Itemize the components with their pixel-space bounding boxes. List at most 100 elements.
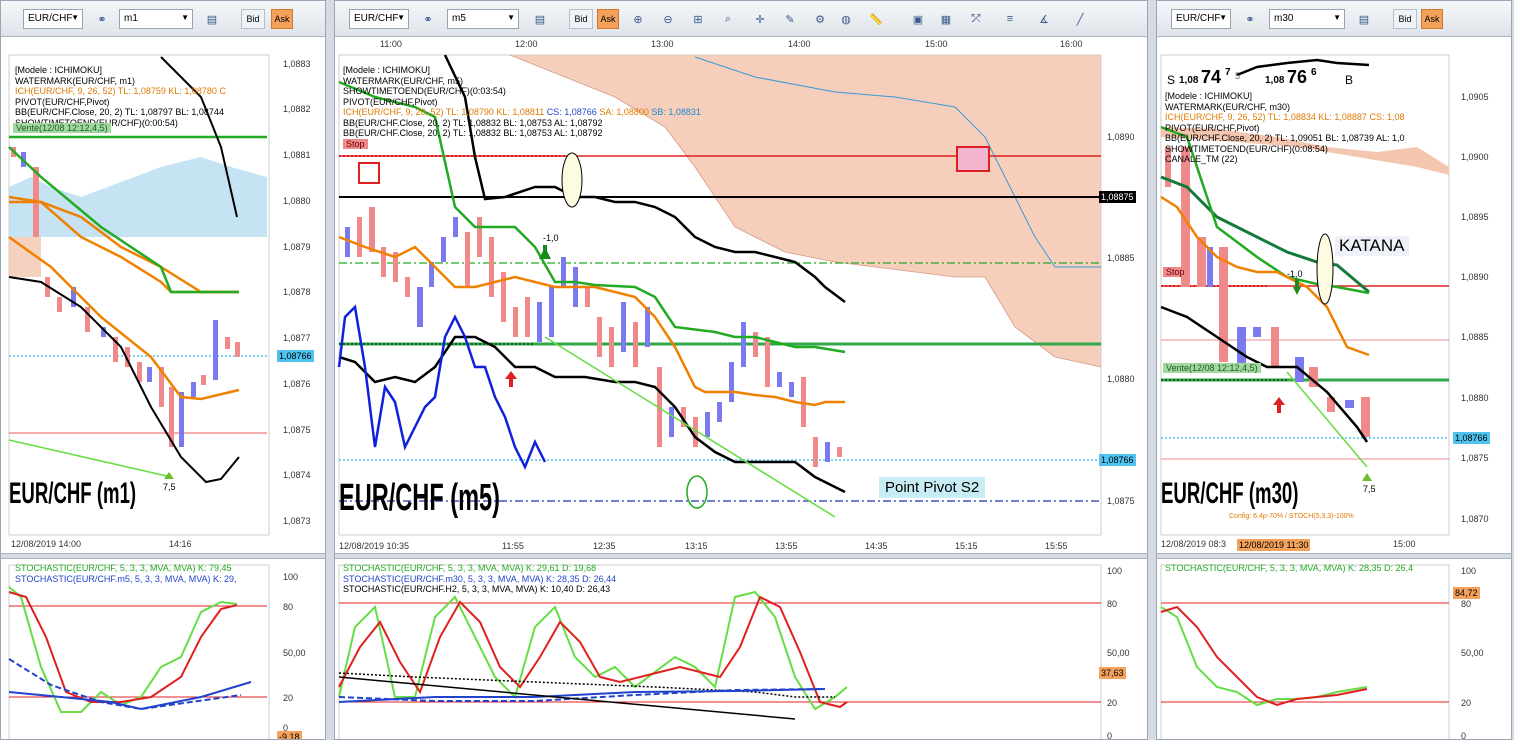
x-tick: 14:35 xyxy=(865,541,888,551)
zoom-fit-icon[interactable]: ⊞ xyxy=(687,9,709,29)
pivot-s2-label: Point Pivot S2 xyxy=(879,477,986,498)
legend-line: WATERMARK(EUR/CHF, m30) xyxy=(1165,101,1291,112)
magnify-icon[interactable]: ⌕ xyxy=(717,9,739,29)
ruler-icon[interactable]: 📏 xyxy=(865,9,887,29)
stoch-value-tag: 37,63 xyxy=(1099,667,1126,679)
trendline-icon[interactable]: ╱ xyxy=(1069,9,1091,29)
left-timeframe-value: m1 xyxy=(124,13,138,24)
lines-icon[interactable]: ≡ xyxy=(999,9,1021,29)
legend-line: STOCHASTIC(EUR/CHF.H2, 5, 3, 3, MVA, MVA… xyxy=(343,584,611,594)
top-time-tick: 11:00 xyxy=(380,39,402,49)
stoch-tick: 20 xyxy=(283,693,293,703)
stoch-value-tag: 84,72 xyxy=(1453,587,1480,599)
right-symbol-select[interactable]: EUR/CHF ▼ xyxy=(1171,9,1231,29)
pane-divider[interactable] xyxy=(335,553,1147,559)
chevron-down-icon: ▼ xyxy=(71,13,79,22)
middle-symbol-select[interactable]: EUR/CHF ▼ xyxy=(349,9,409,29)
left-toolbar: EUR/CHF ▼ ⚭ m1 ▼ ▤ Bid Ask xyxy=(1,1,325,37)
quote-widget[interactable]: S 1,08 74 7 5 1,08 76 6 B xyxy=(1165,67,1355,93)
edit-icon[interactable]: ✎ xyxy=(779,9,801,29)
bid-button[interactable]: Bid xyxy=(241,9,265,29)
legend-line: STOCHASTIC(EUR/CHF.m5, 5, 3, 3, MVA, MVA… xyxy=(15,573,237,584)
stoch-tick: 20 xyxy=(1461,698,1471,708)
y-tick: 1,0874 xyxy=(283,470,311,480)
y-tick: 1,0881 xyxy=(283,150,311,160)
left-chart-canvas[interactable]: 1,0883 1,0882 1,0881 1,0880 1,0879 1,087… xyxy=(1,37,326,740)
x-tick: 15:00 xyxy=(1393,539,1416,549)
y-tick: 1,0870 xyxy=(1461,514,1489,524)
y-tick: 1,0885 xyxy=(1107,253,1135,263)
legend-line: PIVOT(EUR/CHF,Pivot) xyxy=(1165,122,1260,133)
x-tick: 12/08/2019 14:00 xyxy=(11,539,81,549)
legend-line: STOCHASTIC(EUR/CHF, 5, 3, 3, MVA, MVA) K… xyxy=(1165,563,1414,573)
bid-button[interactable]: Bid xyxy=(1393,9,1417,29)
sell-quote-prefix: S xyxy=(1167,73,1176,87)
link-icon[interactable]: ⚭ xyxy=(1239,9,1261,29)
stoch-tick: 50,00 xyxy=(1107,648,1130,658)
chart-watermark: EUR/CHF (m1) xyxy=(9,477,137,510)
x-tick: 13:55 xyxy=(775,541,798,551)
arrow-value-label: 7,5 xyxy=(1363,484,1376,494)
pane-divider[interactable] xyxy=(1157,553,1511,559)
y-tick: 1,0882 xyxy=(283,104,311,114)
sell-quote-fraction: 7 xyxy=(1225,67,1231,78)
stop-order-label[interactable]: Stop xyxy=(1163,267,1188,277)
zoom-out-icon[interactable]: ⊖ xyxy=(657,9,679,29)
middle-legend: [Modele : ICHIMOKU] WATERMARK(EUR/CHF, m… xyxy=(343,65,701,139)
top-time-tick: 12:00 xyxy=(515,39,538,49)
sell-quote-extra: 5 xyxy=(1235,71,1241,81)
fan-icon[interactable]: ∡ xyxy=(1033,9,1055,29)
crosshair-icon[interactable]: ✛ xyxy=(749,9,771,29)
x-cursor-time-tag: 12/08/2019 11:30 xyxy=(1237,539,1311,551)
middle-chart-canvas[interactable]: 11:00 12:00 13:00 14:00 15:00 16:00 1,08… xyxy=(335,37,1148,740)
y-tick: 1,0876 xyxy=(283,379,311,389)
x-tick: 12/08/2019 08:3 xyxy=(1161,539,1226,549)
picture-icon[interactable]: ▣ xyxy=(907,9,929,29)
ask-button[interactable]: Ask xyxy=(1421,9,1443,29)
ask-button[interactable]: Ask xyxy=(271,9,293,29)
middle-stoch-legend: STOCHASTIC(EUR/CHF, 5, 3, 3, MVA, MVA) K… xyxy=(343,563,616,595)
right-toolbar: EUR/CHF ▼ ⚭ m30 ▼ ▤ Bid Ask xyxy=(1157,1,1511,37)
link-icon[interactable]: ⚭ xyxy=(91,9,113,29)
legend-line: PIVOT(EUR/CHF,Pivot) xyxy=(15,96,110,107)
left-symbol-select[interactable]: EUR/CHF ▼ xyxy=(23,9,83,29)
ask-button[interactable]: Ask xyxy=(597,9,619,29)
buy-quote-suffix: B xyxy=(1345,73,1354,87)
link-icon[interactable]: ⚭ xyxy=(417,9,439,29)
stop-order-label[interactable]: Stop xyxy=(343,139,368,149)
stoch-tick: 0 xyxy=(1461,731,1466,740)
middle-symbol-value: EUR/CHF xyxy=(354,13,399,24)
legend-line: STOCHASTIC(EUR/CHF, 5, 3, 3, MVA, MVA) K… xyxy=(343,563,597,573)
middle-timeframe-select[interactable]: m5 ▼ xyxy=(447,9,519,29)
legend-ich-sa: SA: 1,08800 xyxy=(599,107,652,117)
legend-line: ICH(EUR/CHF, 9, 26, 52) TL: 1,08759 KL: … xyxy=(15,86,226,96)
right-timeframe-select[interactable]: m30 ▼ xyxy=(1269,9,1345,29)
legend-line: [Modele : ICHIMOKU] xyxy=(343,65,431,75)
left-y-axis: 1,0883 1,0882 1,0881 1,0880 1,0879 1,087… xyxy=(283,59,311,526)
middle-chart-panel: EUR/CHF ▼ ⚭ m5 ▼ ▤ Bid Ask ⊕ ⊖ ⊞ ⌕ ✛ ✎ ⚙ ◍… xyxy=(334,0,1148,740)
arrow-value-label: -1,0 xyxy=(543,233,559,243)
legend-line: PIVOT(EUR/CHF,Pivot) xyxy=(343,96,438,107)
chart-type-icon[interactable]: ▤ xyxy=(1353,9,1375,29)
chart-type-icon[interactable]: ▤ xyxy=(201,9,223,29)
y-tick: 1,0875 xyxy=(1107,496,1135,506)
left-timeframe-select[interactable]: m1 ▼ xyxy=(119,9,193,29)
indicator-icon[interactable]: ⤱ xyxy=(965,9,987,29)
globe-icon[interactable]: ◍ xyxy=(835,9,857,29)
bid-button[interactable]: Bid xyxy=(569,9,593,29)
chart-type-icon[interactable]: ▤ xyxy=(529,9,551,29)
pane-divider[interactable] xyxy=(1,553,325,559)
sell-order-label[interactable]: Vente(12/08 12:12,4,5) xyxy=(13,123,111,133)
left-chart-panel: EUR/CHF ▼ ⚭ m1 ▼ ▤ Bid Ask 1,0883 1,0882… xyxy=(0,0,326,740)
settings-icon[interactable]: ⚙ xyxy=(809,9,831,29)
right-symbol-value: EUR/CHF xyxy=(1176,13,1221,24)
legend-ich: ICH(EUR/CHF, 9, 26, 52) TL: 1,08790 KL: … xyxy=(343,107,547,117)
sell-order-label[interactable]: Vente(12/08 12:12,4,5) xyxy=(1163,363,1261,373)
sell-quote-big: 1,08 xyxy=(1179,75,1199,86)
top-time-tick: 14:00 xyxy=(788,39,811,49)
template-icon[interactable]: ▦ xyxy=(935,9,957,29)
stop-price-tag: 1,08875 xyxy=(1099,191,1136,203)
right-stoch-legend: STOCHASTIC(EUR/CHF, 5, 3, 3, MVA, MVA) K… xyxy=(1165,563,1413,574)
zoom-in-icon[interactable]: ⊕ xyxy=(627,9,649,29)
y-tick: 1,0879 xyxy=(283,242,311,252)
